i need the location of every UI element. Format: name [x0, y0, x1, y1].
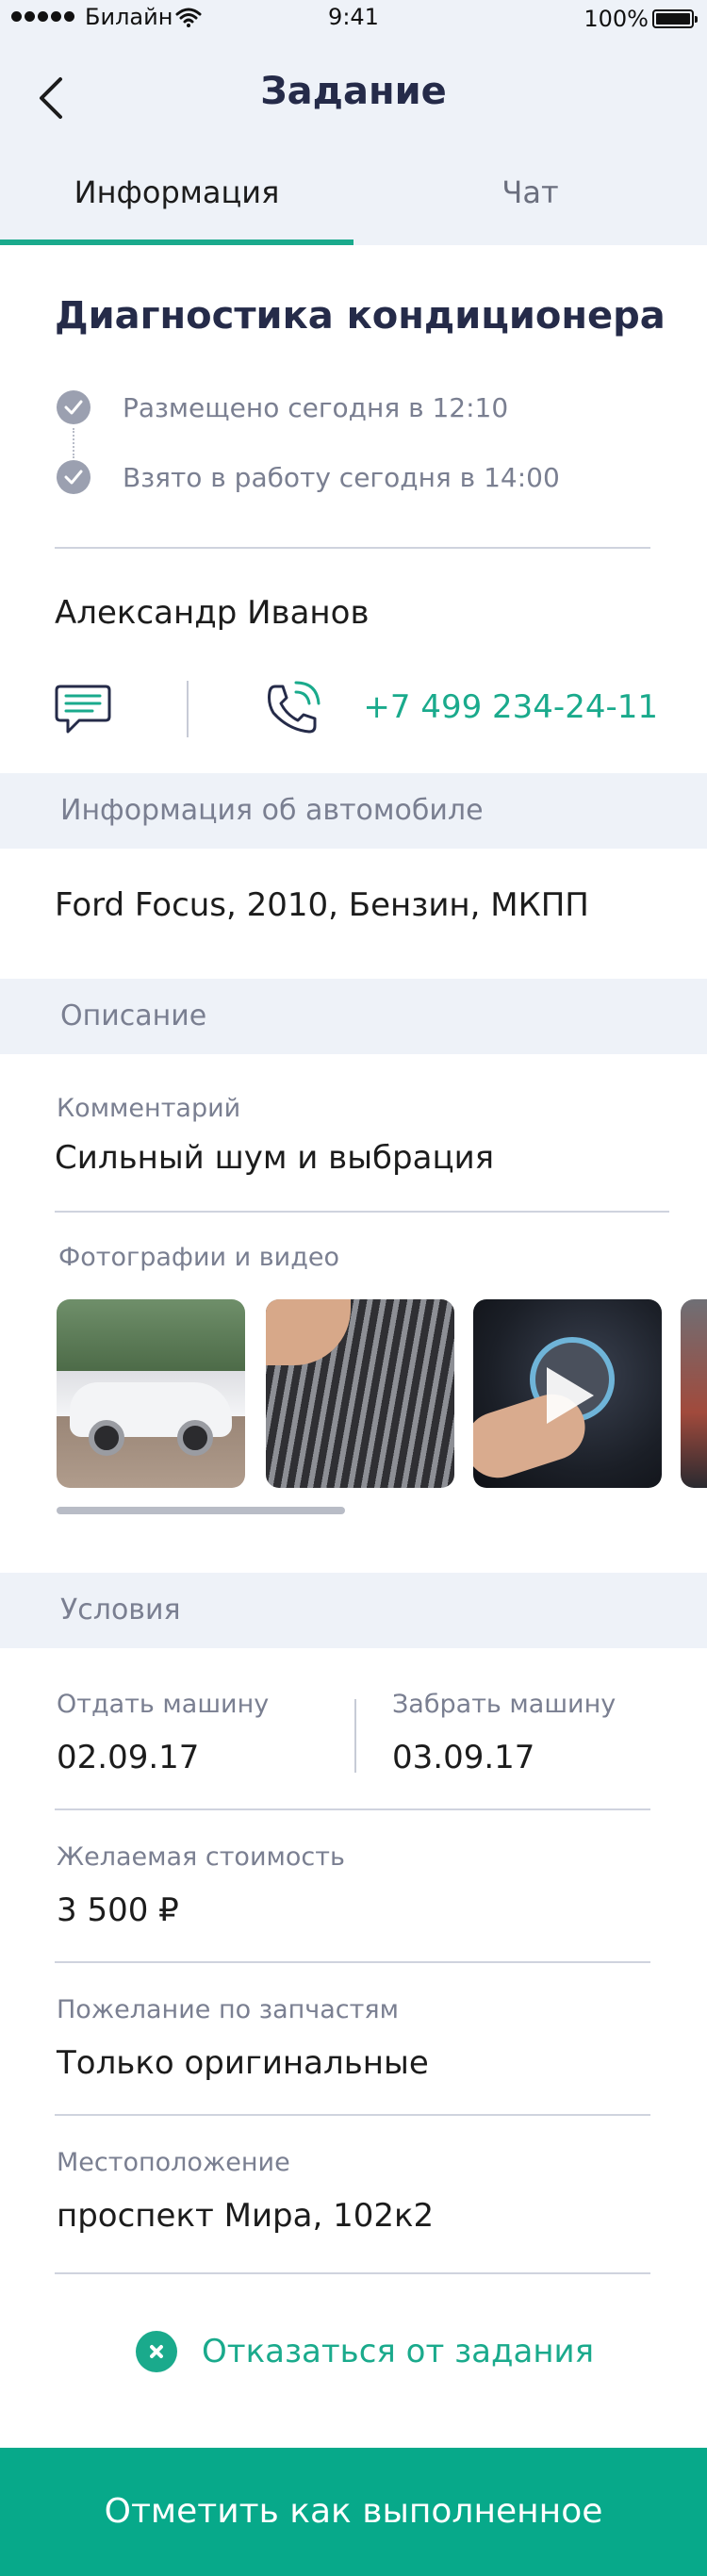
- media-carousel[interactable]: [57, 1299, 707, 1488]
- mark-complete-button[interactable]: Отметить как выполненное: [0, 2448, 707, 2576]
- check-icon: [57, 460, 90, 494]
- parts-value[interactable]: Только оригинальные: [57, 2044, 429, 2082]
- car-photo[interactable]: [57, 1299, 245, 1488]
- page-title: Задание: [260, 70, 447, 113]
- location-label: Местоположение: [57, 2148, 290, 2177]
- timeline-item: Размещено сегодня в 12:10: [57, 388, 622, 458]
- contact-separator: [187, 681, 189, 737]
- timeline-label: Размещено сегодня в 12:10: [123, 392, 509, 423]
- contact-row: +7 499 234-24-11: [55, 679, 658, 739]
- divider: [55, 1961, 650, 1963]
- comment-label: Комментарий: [57, 1094, 241, 1123]
- section-title: Описание: [60, 999, 207, 1032]
- comment-value: Сильный шум и выбрация: [55, 1139, 495, 1177]
- timeline-label: Взято в работу сегодня в 14:00: [123, 462, 560, 493]
- section-header-description: Описание: [0, 979, 707, 1054]
- photo[interactable]: [681, 1299, 707, 1488]
- car-info: Ford Focus, 2010, Бензин, МКПП: [55, 886, 589, 924]
- column-separator: [354, 1699, 356, 1773]
- status-bar: Билайн 9:41 100%: [0, 0, 707, 38]
- active-tab-indicator: [0, 239, 354, 245]
- section-header-conditions: Условия: [0, 1573, 707, 1648]
- check-icon: [57, 390, 90, 424]
- tab-bar: Информация Чат: [0, 151, 707, 245]
- section-title: Условия: [60, 1593, 181, 1627]
- nav-bar: Задание: [0, 38, 707, 151]
- media-label: Фотографии и видео: [58, 1243, 340, 1272]
- phone-number[interactable]: +7 499 234-24-11: [363, 688, 658, 726]
- battery-percent: 100%: [584, 6, 649, 32]
- divider: [55, 1211, 669, 1213]
- divider: [55, 2272, 650, 2274]
- section-title: Информация об автомобиле: [60, 794, 484, 827]
- video-thumbnail[interactable]: [473, 1299, 662, 1488]
- pickup-label: Забрать машину: [392, 1690, 617, 1719]
- divider: [55, 547, 650, 549]
- message-icon[interactable]: [55, 683, 111, 735]
- location-value[interactable]: проспект Мира, 102к2: [57, 2197, 434, 2235]
- divider: [55, 1808, 650, 1810]
- timeline-connector: [73, 428, 74, 458]
- dropoff-label: Отдать машину: [57, 1690, 270, 1719]
- task-title: Диагностика кондиционера: [55, 294, 666, 338]
- section-header-car: Информация об автомобиле: [0, 773, 707, 849]
- divider: [55, 2114, 650, 2116]
- dropoff-date[interactable]: 02.09.17: [57, 1739, 199, 1776]
- tab-chat[interactable]: Чат: [354, 151, 707, 245]
- battery-icon: [652, 9, 698, 28]
- price-label: Желаемая стоимость: [57, 1842, 345, 1872]
- customer-name: Александр Иванов: [55, 594, 370, 632]
- decline-label: Отказаться от задания: [202, 2333, 595, 2370]
- phone-call-icon[interactable]: [262, 679, 322, 739]
- carousel-scrollbar[interactable]: [57, 1507, 345, 1514]
- tab-information[interactable]: Информация: [0, 151, 354, 245]
- price-value[interactable]: 3 500 ₽: [57, 1891, 179, 1929]
- pickup-date[interactable]: 03.09.17: [392, 1739, 534, 1776]
- close-icon: [136, 2331, 177, 2372]
- parts-label: Пожелание по запчастям: [57, 1995, 399, 2024]
- filter-photo[interactable]: [266, 1299, 454, 1488]
- timeline-item: Взято в работу сегодня в 14:00: [57, 458, 622, 496]
- play-icon: [547, 1367, 594, 1424]
